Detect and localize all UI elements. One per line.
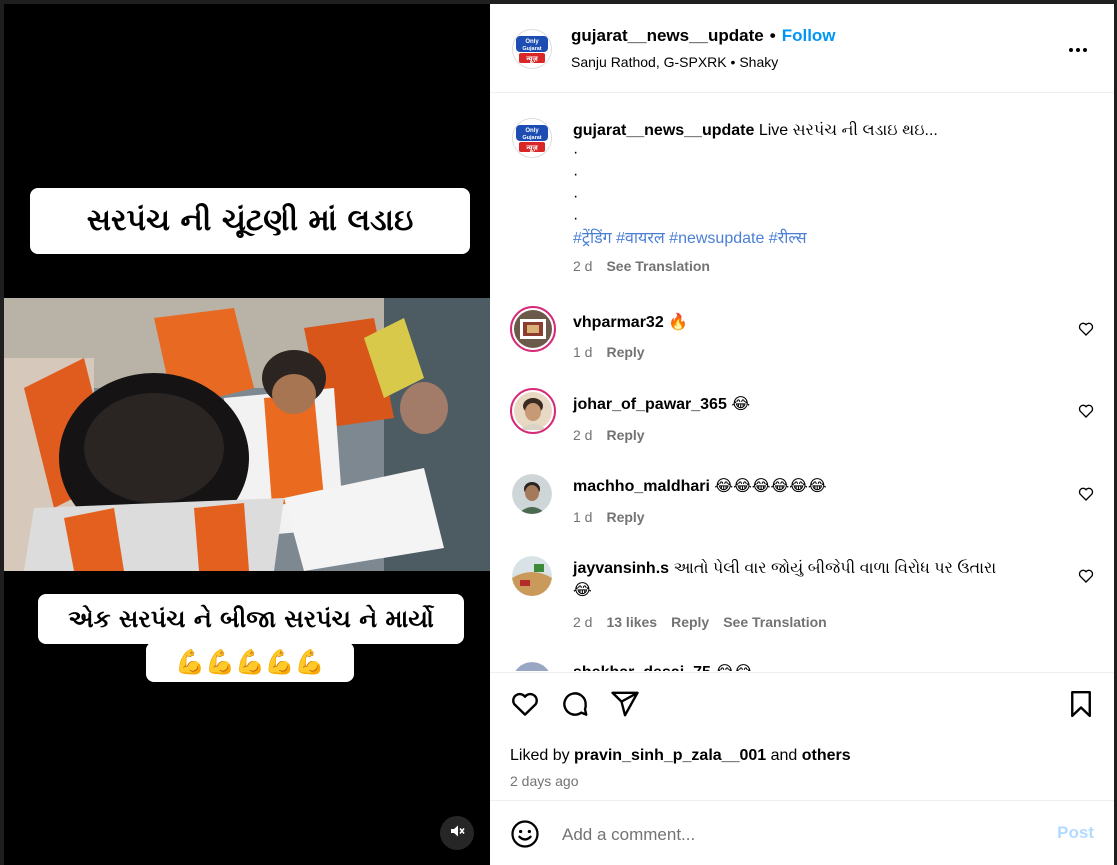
comment-like-icon[interactable]	[1078, 321, 1094, 337]
svg-text:न्यूज़: न्यूज़	[525, 144, 538, 153]
post-actions: Liked by pravin_sinh_p_zala__001 and oth…	[490, 672, 1114, 801]
share-icon[interactable]	[610, 689, 640, 719]
caption-meta: 2 d See Translation	[573, 258, 1093, 274]
caption-avatar[interactable]: Only Gujarat न्यूज़	[512, 118, 552, 158]
post-time[interactable]: 2 days ago	[510, 773, 579, 789]
video-frame	[4, 298, 490, 571]
header-user-line: gujarat__news__update • Follow	[571, 26, 836, 46]
comment-text: 🔥	[668, 314, 689, 331]
post-header: Only Gujarat न्यूज़ gujarat__news__updat…	[490, 4, 1114, 93]
video-caption-emojis: 💪💪💪💪💪	[146, 642, 354, 682]
reply-button[interactable]: Reply	[606, 344, 644, 360]
bookmark-icon[interactable]	[1066, 689, 1096, 719]
account-avatar[interactable]: Only Gujarat न्यूज़	[512, 29, 552, 69]
separator-dot: •	[769, 26, 776, 45]
comment: vhparmar32 🔥	[573, 312, 688, 334]
caption-hashtags[interactable]: #ट्रेंडिंग #वायरल #newsupdate #रील्स	[573, 228, 1093, 250]
commenter-avatar[interactable]	[512, 662, 552, 671]
commenter-avatar[interactable]	[510, 306, 556, 352]
comment-time[interactable]: 2 d	[573, 614, 592, 630]
header-username[interactable]: gujarat__news__update	[571, 26, 764, 45]
comment-text: 😂😂😂😂😂😂	[714, 478, 827, 495]
comment: johar_of_pawar_365 😂	[573, 394, 750, 416]
comment: shekhar_desai_75 😂😂	[573, 662, 753, 671]
svg-text:Only: Only	[525, 128, 539, 134]
comment-meta: 2 d Reply	[573, 427, 645, 443]
liked-and: and	[766, 747, 802, 764]
comment-username[interactable]: vhparmar32	[573, 314, 664, 331]
comment-like-icon[interactable]	[1078, 403, 1094, 419]
speaker-muted-icon	[449, 823, 465, 844]
comment-text: આતો પેલી વાર જોયું બીજેપી વાળા વિરોધ પર …	[673, 560, 997, 577]
comment: jayvansinh.s આતો પેલી વાર જોયું બીજેપી વ…	[573, 558, 1043, 602]
comment-meta: 2 d 13 likes Reply See Translation	[573, 614, 827, 630]
commenter-avatar[interactable]	[510, 388, 556, 434]
svg-text:Only: Only	[525, 39, 539, 45]
comment-icon[interactable]	[560, 689, 590, 719]
comment-like-icon[interactable]	[1078, 568, 1094, 584]
comment-time[interactable]: 1 d	[573, 344, 592, 360]
comment-time[interactable]: 2 d	[573, 427, 592, 443]
video-caption-top: સરપંચ ની ચૂંટણી માં લડાઇ	[30, 188, 470, 254]
like-icon[interactable]	[510, 689, 540, 719]
reply-button[interactable]: Reply	[606, 427, 644, 443]
post-button[interactable]: Post	[1057, 823, 1094, 843]
comment-input[interactable]	[560, 819, 1044, 851]
follow-button[interactable]: Follow	[782, 26, 836, 45]
caption-text: Live સરપંચ ની લડાઇ થઇ...	[754, 122, 938, 139]
svg-text:Gujarat: Gujarat	[522, 135, 541, 141]
post-dialog: સરપંચ ની ચૂંટણી માં લડાઇ એક સરપંચ ને બીજ…	[4, 4, 1114, 865]
mute-button[interactable]	[440, 816, 474, 850]
comment: machho_maldhari 😂😂😂😂😂😂	[573, 476, 827, 498]
reply-button[interactable]: Reply	[671, 614, 709, 630]
more-options-icon[interactable]	[1066, 38, 1090, 62]
reel-video[interactable]: સરપંચ ની ચૂંટણી માં લડાઇ એક સરપંચ ને બીજ…	[4, 4, 490, 865]
post-side-panel: Only Gujarat न्यूज़ gujarat__news__updat…	[490, 4, 1114, 865]
comment-username[interactable]: johar_of_pawar_365	[573, 396, 727, 413]
video-caption-bottom: એક સરપંચ ને બીજા સરપંચ ને માર્યો	[38, 594, 464, 644]
comment-username[interactable]: shekhar_desai_75	[573, 664, 711, 671]
emoji-icon[interactable]	[510, 819, 540, 849]
post-caption: gujarat__news__update Live સરપંચ ની લડાઇ…	[573, 120, 1093, 274]
liked-by: Liked by pravin_sinh_p_zala__001 and oth…	[510, 747, 851, 765]
caption-dot: ·	[573, 210, 579, 227]
liked-user[interactable]: pravin_sinh_p_zala__001	[574, 747, 766, 764]
caption-username[interactable]: gujarat__news__update	[573, 122, 754, 139]
comment-like-icon[interactable]	[1078, 486, 1094, 502]
comment-username[interactable]: jayvansinh.s	[573, 560, 669, 577]
comment-composer: Post	[490, 800, 1114, 865]
comment-meta: 1 d Reply	[573, 509, 645, 525]
comments-list[interactable]: Only Gujarat न्यूज़ gujarat__news__updat…	[490, 93, 1114, 671]
caption-dot: ·	[573, 188, 579, 205]
liked-others[interactable]: others	[802, 747, 851, 764]
audio-attribution[interactable]: Sanju Rathod, G-SPXRK • Shaky	[571, 54, 778, 70]
commenter-avatar[interactable]	[512, 474, 552, 514]
svg-text:Gujarat: Gujarat	[522, 46, 541, 52]
caption-dot: ·	[573, 144, 579, 161]
comment-meta: 1 d Reply	[573, 344, 645, 360]
caption-dot: ·	[573, 166, 579, 183]
likes-count[interactable]: 13 likes	[606, 614, 657, 630]
comment-username[interactable]: machho_maldhari	[573, 478, 710, 495]
caption-time[interactable]: 2 d	[573, 258, 592, 274]
see-translation-button[interactable]: See Translation	[606, 258, 709, 274]
liked-prefix: Liked by	[510, 747, 575, 764]
see-translation-button[interactable]: See Translation	[723, 614, 826, 630]
comment-text: 😂😂	[715, 664, 752, 671]
comment-text: 😂	[731, 396, 751, 413]
svg-text:न्यूज़: न्यूज़	[525, 55, 538, 64]
reply-button[interactable]: Reply	[606, 509, 644, 525]
commenter-avatar[interactable]	[512, 556, 552, 596]
comment-time[interactable]: 1 d	[573, 509, 592, 525]
comment-text-emoji: 😂	[573, 582, 592, 599]
